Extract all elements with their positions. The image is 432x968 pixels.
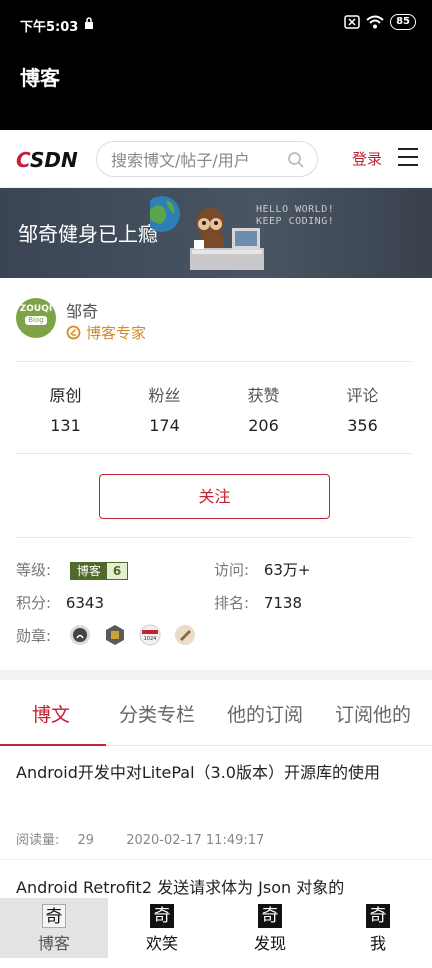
- stat-fans[interactable]: 粉丝 174: [115, 380, 214, 440]
- persistence-medal-icon[interactable]: [104, 624, 126, 646]
- nav-label: 发现: [253, 934, 286, 953]
- qi-icon: 奇: [366, 904, 390, 928]
- nav-label: 我: [369, 934, 386, 953]
- github-medal-icon[interactable]: [69, 624, 91, 646]
- nav-item-discover[interactable]: 奇 发现: [216, 898, 324, 958]
- reads-count: 29: [77, 833, 95, 848]
- search-input[interactable]: [111, 149, 281, 171]
- nav-item-blog[interactable]: 奇 博客: [0, 898, 108, 958]
- points-value: 6343: [65, 594, 105, 612]
- expert-label: 博客专家: [86, 324, 147, 342]
- qi-icon: 奇: [42, 904, 66, 928]
- stat-label: 原创: [49, 386, 82, 405]
- battery-indicator: 85: [390, 14, 416, 30]
- avatar-sub: Blog: [25, 316, 47, 325]
- list-item[interactable]: Android开发中对LitePal（3.0版本）开源库的使用 阅读量: 29 …: [0, 747, 432, 860]
- list-item[interactable]: Android Retrofit2 发送请求体为 Json 对象的: [0, 861, 432, 901]
- active-tab-indicator: [0, 744, 106, 746]
- banner-title: 邹奇健身已上瘾: [18, 222, 158, 246]
- stat-original[interactable]: 原创 131: [16, 380, 115, 440]
- stat-value: 174: [149, 416, 180, 435]
- qi-icon: 奇: [150, 904, 174, 928]
- tab-his-subscriptions[interactable]: 他的订阅: [227, 700, 303, 727]
- stat-value: 356: [347, 416, 378, 435]
- logo-rest: SDN: [29, 148, 78, 172]
- article-meta: 阅读量: 29 2020-02-17 11:49:17: [16, 829, 278, 848]
- level-badge-num: 6: [106, 562, 128, 579]
- banner-hello-line1: HELLO WORLD!: [256, 204, 335, 215]
- tab-bar: 博文 分类专栏 他的订阅 订阅他的: [0, 680, 432, 746]
- stat-comments[interactable]: 评论 356: [313, 380, 412, 440]
- level-badge-text: 博客: [70, 562, 107, 579]
- banner-hello-line2: KEEP CODING!: [256, 216, 335, 227]
- search-box[interactable]: [96, 141, 318, 177]
- divider: [16, 453, 412, 454]
- level-label: 等级:: [16, 561, 52, 579]
- logo-c: C: [16, 148, 30, 172]
- stats-row: 原创 131 粉丝 174 获赞 206 评论 356: [16, 380, 412, 440]
- avatar-text: ZOUQI: [19, 304, 53, 314]
- nav-label: 博客: [37, 934, 70, 953]
- level-row: 等级: 博客 6: [16, 559, 129, 580]
- banner-hello-text: HELLO WORLD! KEEP CODING!: [256, 204, 334, 228]
- visits-value: 63万+: [263, 561, 311, 579]
- status-bar: 下午5:03 85: [0, 0, 432, 50]
- stat-value: 206: [248, 416, 279, 435]
- writer-medal-icon[interactable]: [174, 624, 196, 646]
- stat-label: 评论: [346, 386, 379, 405]
- stat-label: 获赞: [247, 386, 280, 405]
- reads-label: 阅读量:: [16, 833, 60, 848]
- stat-likes[interactable]: 获赞 206: [214, 380, 313, 440]
- sim-off-icon: [344, 15, 360, 29]
- blog-banner: 邹奇健身已上瘾 HELLO WORLD! KEEP CODING!: [0, 188, 432, 278]
- article-date: 2020-02-17 11:49:17: [126, 833, 265, 848]
- gesture-bar: [0, 958, 432, 968]
- medal-1024-label: 1024: [144, 636, 157, 642]
- status-icons: 85: [344, 14, 416, 30]
- tab-posts[interactable]: 博文: [32, 700, 70, 727]
- medal-1024-icon[interactable]: 1024: [139, 624, 161, 646]
- nav-label: 欢笑: [145, 934, 178, 953]
- app-bar: 博客: [0, 50, 432, 130]
- expert-badge: 博客专家: [66, 322, 146, 343]
- medals-label: 勋章:: [16, 626, 52, 645]
- medals-row: 勋章: 1024: [16, 624, 196, 646]
- bottom-nav: 奇 博客 奇 欢笑 奇 发现 奇 我: [0, 898, 432, 958]
- visits-label: 访问:: [214, 561, 250, 579]
- hamburger-menu-icon[interactable]: [398, 148, 418, 168]
- status-time: 下午5:03: [20, 20, 79, 35]
- rank-label: 排名:: [214, 594, 250, 612]
- lock-icon: [85, 17, 93, 29]
- csdn-logo[interactable]: CSDN: [16, 148, 78, 172]
- level-badge: 博客 6: [69, 561, 129, 580]
- search-icon[interactable]: [287, 151, 305, 169]
- visits-row: 访问: 63万+: [214, 559, 311, 580]
- article-title[interactable]: Android开发中对LitePal（3.0版本）开源库的使用: [16, 759, 416, 787]
- login-link[interactable]: 登录: [352, 148, 382, 169]
- tab-subscribers[interactable]: 订阅他的: [335, 700, 411, 727]
- divider: [16, 361, 412, 362]
- rank-value: 7138: [263, 594, 303, 612]
- profile-card: ZOUQI Blog 邹奇 博客专家 原创 131 粉丝 174 获赞 206 …: [0, 278, 432, 670]
- expert-icon: [66, 325, 81, 340]
- nav-item-me[interactable]: 奇 我: [324, 898, 432, 958]
- rank-row: 排名: 7138: [214, 592, 302, 613]
- username[interactable]: 邹奇: [66, 298, 98, 322]
- site-header: CSDN 登录: [0, 130, 432, 188]
- avatar[interactable]: ZOUQI Blog: [16, 298, 56, 338]
- points-row: 积分: 6343: [16, 592, 104, 613]
- divider: [16, 537, 412, 538]
- qi-icon: 奇: [258, 904, 282, 928]
- page-title: 博客: [20, 66, 60, 90]
- tab-columns[interactable]: 分类专栏: [119, 700, 195, 727]
- nav-item-laugh[interactable]: 奇 欢笑: [108, 898, 216, 958]
- section-gap: [0, 670, 432, 680]
- monkey-coding-illustration: [150, 196, 264, 270]
- points-label: 积分:: [16, 594, 52, 612]
- wifi-icon: [366, 15, 384, 29]
- stat-value: 131: [50, 416, 81, 435]
- follow-button[interactable]: 关注: [99, 474, 330, 519]
- stat-label: 粉丝: [148, 386, 181, 405]
